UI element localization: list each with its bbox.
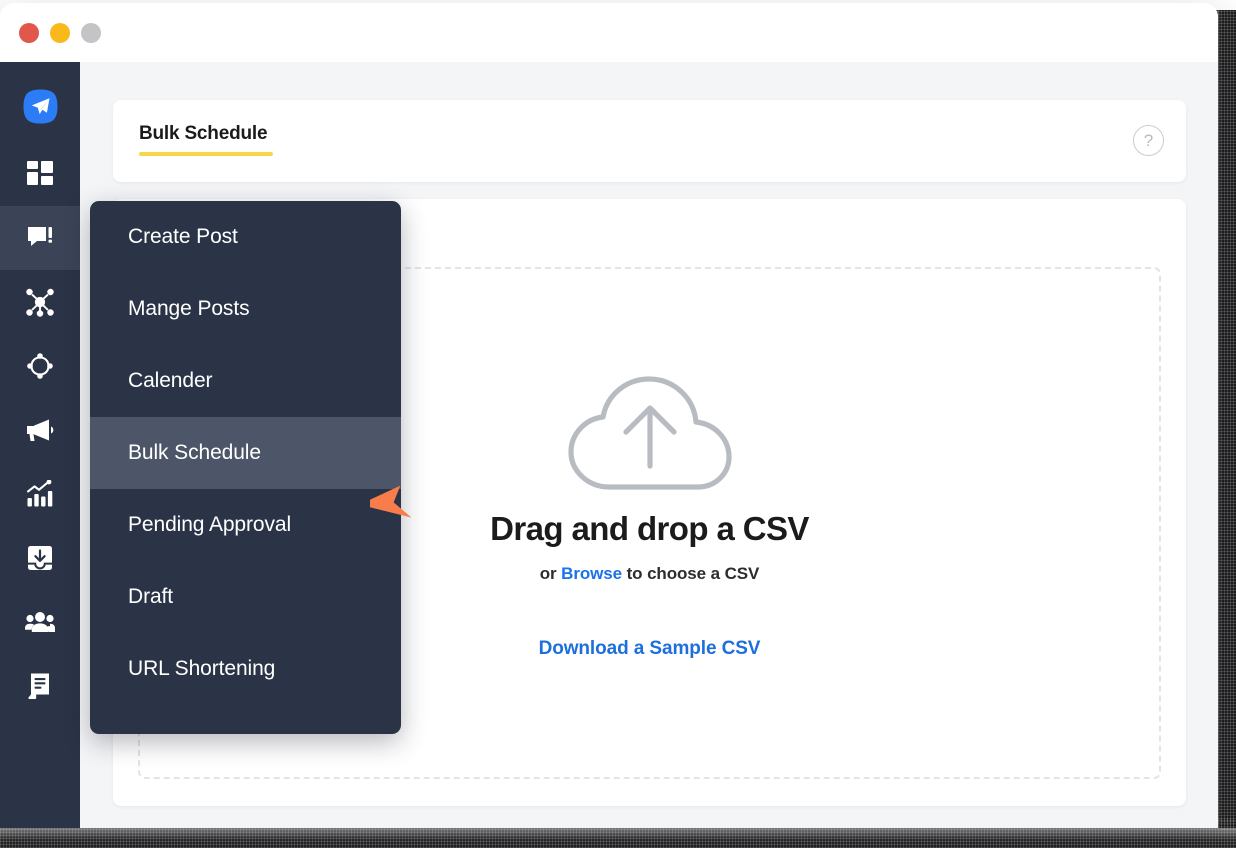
title-underline [139,152,273,156]
inbox-download-icon [26,544,54,572]
sidebar-item-analytics[interactable] [0,462,80,526]
close-window-button[interactable] [19,23,39,43]
page-title: Bulk Schedule [139,123,268,144]
menu-item-pending-approval[interactable]: Pending Approval [90,489,401,561]
engage-target-icon [25,351,55,381]
nav-flyout-menu: Create Post Mange Posts Calender Bulk Sc… [90,201,401,734]
cloud-upload-icon [562,367,738,498]
sidebar-item-compose[interactable] [0,206,80,270]
dropzone-sub-suffix: to choose a CSV [621,564,760,583]
download-sample-csv-link[interactable]: Download a Sample CSV [539,638,761,660]
screenshot-root: Bulk Schedule ? 3. Select Accounts Drag … [0,0,1236,848]
sidebar-item-reports[interactable] [0,654,80,718]
sidebar-item-campaigns[interactable] [0,398,80,462]
dropzone-headline: Drag and drop a CSV [490,510,809,547]
window-titlebar [0,3,1218,62]
menu-item-url-shortening[interactable]: URL Shortening [90,633,401,705]
menu-item-create-post[interactable]: Create Post [90,201,401,273]
page-header-card: Bulk Schedule ? [113,100,1186,182]
maximize-window-button[interactable] [81,23,101,43]
minimize-window-button[interactable] [50,23,70,43]
menu-item-mange-posts[interactable]: Mange Posts [90,273,401,345]
sidebar-item-inbox[interactable] [0,526,80,590]
menu-item-bulk-schedule[interactable]: Bulk Schedule [90,417,401,489]
dropzone-subtext: or Browse to choose a CSV [540,564,760,584]
compose-message-icon [26,224,54,252]
sidebar-item-dashboard[interactable] [0,142,80,206]
sidebar-item-network[interactable] [0,270,80,334]
reports-document-icon [26,672,54,700]
help-icon[interactable]: ? [1133,125,1164,156]
sidebar-item-team[interactable] [0,590,80,654]
traffic-lights [19,23,101,43]
sidebar-item-engage[interactable] [0,334,80,398]
network-nodes-icon [25,287,55,317]
browse-link[interactable]: Browse [561,564,622,583]
menu-item-draft[interactable]: Draft [90,561,401,633]
sidebar-rail [0,62,80,828]
browser-window: Bulk Schedule ? 3. Select Accounts Drag … [0,3,1218,828]
team-members-icon [25,610,55,634]
menu-item-calender[interactable]: Calender [90,345,401,417]
megaphone-icon [25,417,55,443]
analytics-bar-chart-icon [26,480,54,508]
dashboard-grid-icon [26,160,54,188]
sidebar-icon-list [0,142,80,718]
dropzone-sub-prefix: or [539,564,562,583]
paper-plane-logo[interactable] [22,88,59,125]
